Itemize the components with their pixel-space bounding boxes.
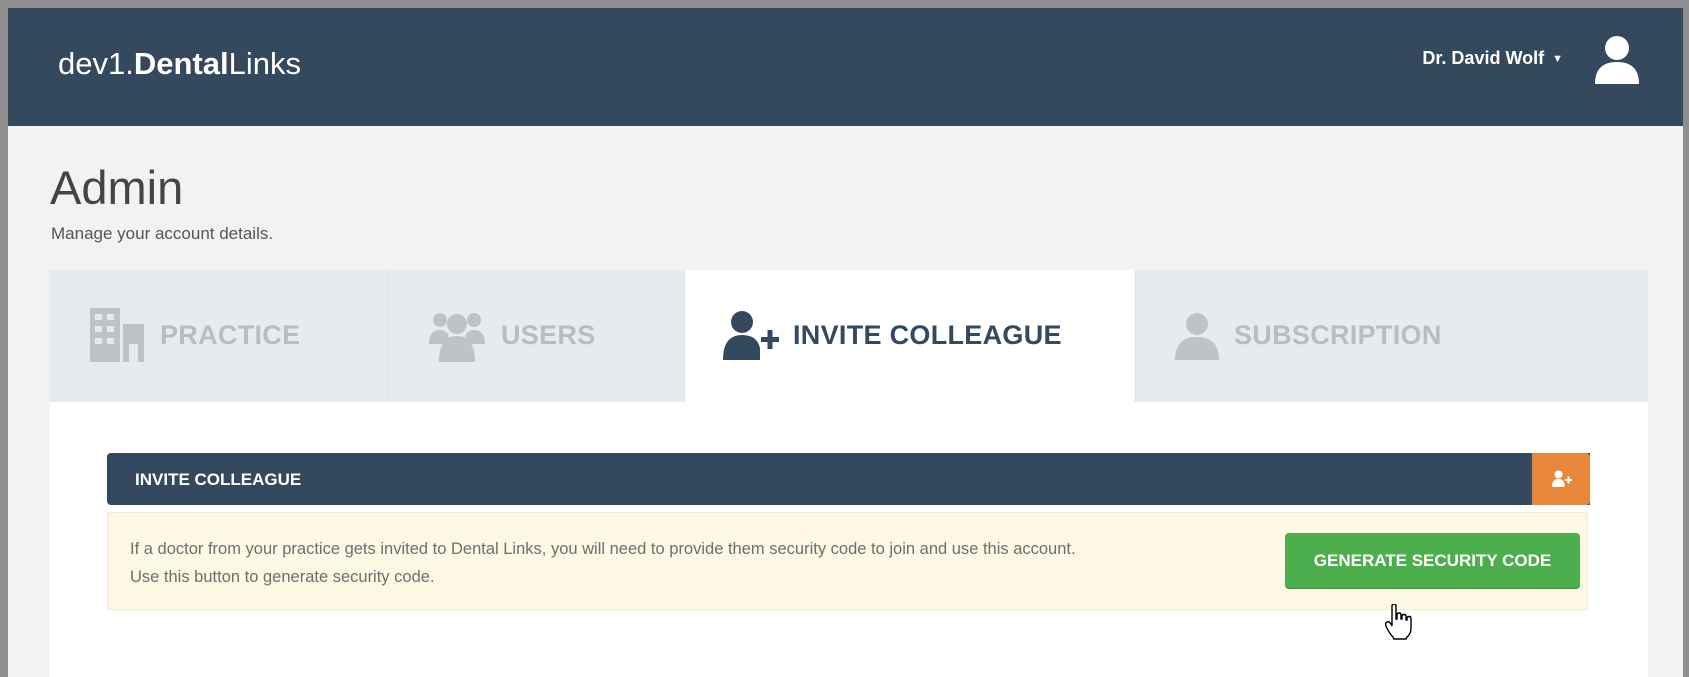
admin-tabs: PRACTICE USERS INVITE COLLEAGUE SUBSCRIP… [50, 270, 1648, 402]
user-icon [1175, 313, 1219, 360]
tab-invite-colleague[interactable]: INVITE COLLEAGUE [685, 270, 1136, 402]
caret-down-icon: ▼ [1552, 53, 1563, 66]
generate-security-code-button[interactable]: GENERATE SECURITY CODE [1285, 533, 1580, 588]
brand-suffix: Links [228, 46, 301, 81]
page-title: Admin [50, 161, 184, 214]
tab-subscription[interactable]: SUBSCRIPTION [1136, 270, 1648, 402]
top-navbar: dev1.DentalLinks Dr. David Wolf ▼ [8, 8, 1683, 126]
app-window: dev1.DentalLinks Dr. David Wolf ▼ Admin M… [8, 8, 1683, 677]
building-icon [90, 308, 144, 362]
section-header: INVITE COLLEAGUE [107, 453, 1590, 505]
tab-users[interactable]: USERS [389, 270, 685, 402]
page-subtitle: Manage your account details. [51, 224, 274, 243]
users-icon [429, 313, 485, 362]
tab-label: PRACTICE [160, 320, 301, 350]
add-colleague-button[interactable] [1532, 453, 1590, 505]
tab-label: SUBSCRIPTION [1234, 320, 1442, 350]
user-plus-icon [1552, 470, 1572, 487]
brand-prefix: dev1. [58, 46, 134, 81]
notice-text: If a doctor from your practice gets invi… [130, 535, 1240, 591]
tab-practice[interactable]: PRACTICE [50, 270, 389, 402]
user-name: Dr. David Wolf [1422, 48, 1545, 68]
user-avatar-icon[interactable] [1593, 34, 1641, 84]
notice-line-2: Use this button to generate security cod… [130, 568, 435, 586]
info-notice: If a doctor from your practice gets invi… [107, 512, 1588, 610]
brand-logo[interactable]: dev1.DentalLinks [58, 46, 301, 82]
user-plus-icon [723, 311, 779, 360]
notice-line-1: If a doctor from your practice gets invi… [130, 540, 1076, 558]
tab-label: INVITE COLLEAGUE [793, 320, 1062, 350]
user-menu[interactable]: Dr. David Wolf ▼ [1422, 48, 1563, 69]
brand-bold: Dental [133, 46, 229, 81]
tab-label: USERS [501, 320, 596, 350]
section-title: INVITE COLLEAGUE [135, 470, 302, 489]
hand-pointer-cursor-icon [1384, 604, 1412, 640]
